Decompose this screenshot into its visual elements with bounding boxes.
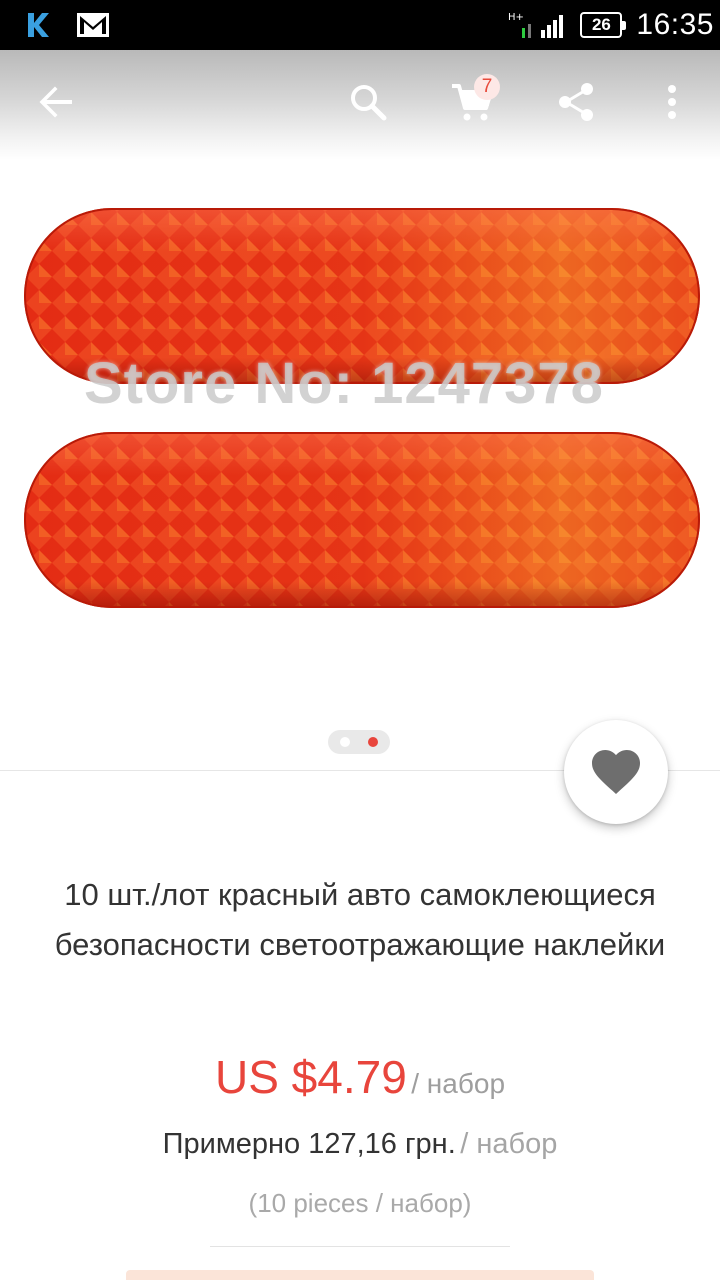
approx-price-row: Примерно 127,16 грн. / набор bbox=[0, 1128, 720, 1161]
image-pager[interactable] bbox=[328, 730, 390, 754]
k-app-icon bbox=[28, 13, 49, 37]
clock: 16:35 bbox=[636, 8, 714, 41]
divider bbox=[210, 1246, 510, 1247]
gmail-icon bbox=[77, 13, 109, 37]
pager-dot[interactable] bbox=[340, 737, 350, 747]
wishlist-button[interactable] bbox=[564, 720, 668, 824]
store-watermark: Store No: 1247378 bbox=[84, 351, 604, 416]
pager-dot-active[interactable] bbox=[368, 737, 378, 747]
app-toolbar bbox=[0, 50, 720, 160]
price-row: US $4.79 / набор bbox=[0, 1050, 720, 1104]
battery-level: 26 bbox=[591, 15, 611, 34]
back-arrow-icon[interactable] bbox=[32, 78, 80, 126]
product-image[interactable] bbox=[0, 160, 720, 700]
signal-icon: H+ bbox=[508, 12, 564, 38]
cart-count-badge: 7 bbox=[474, 74, 500, 100]
approx-price-unit: / набор bbox=[460, 1128, 558, 1160]
approx-price: Примерно 127,16 грн. bbox=[162, 1128, 456, 1160]
product-price: US $4.79 bbox=[214, 1051, 407, 1103]
product-title: 10 шт./лот красный авто самоклеющиеся бе… bbox=[54, 877, 666, 962]
svg-text:H+: H+ bbox=[508, 12, 524, 23]
pieces-per-lot: (10 pieces / набор) bbox=[248, 1188, 472, 1218]
heart-icon bbox=[592, 750, 640, 794]
reflector-sticker bbox=[24, 432, 700, 608]
status-bar: H+ 26 16:35 bbox=[0, 0, 720, 50]
coupon-strip[interactable] bbox=[126, 1270, 594, 1280]
search-icon[interactable] bbox=[344, 78, 392, 126]
share-icon[interactable] bbox=[552, 78, 600, 126]
more-vert-icon[interactable] bbox=[648, 78, 696, 126]
price-unit: / набор bbox=[411, 1068, 506, 1099]
battery-icon: 26 bbox=[580, 12, 627, 38]
